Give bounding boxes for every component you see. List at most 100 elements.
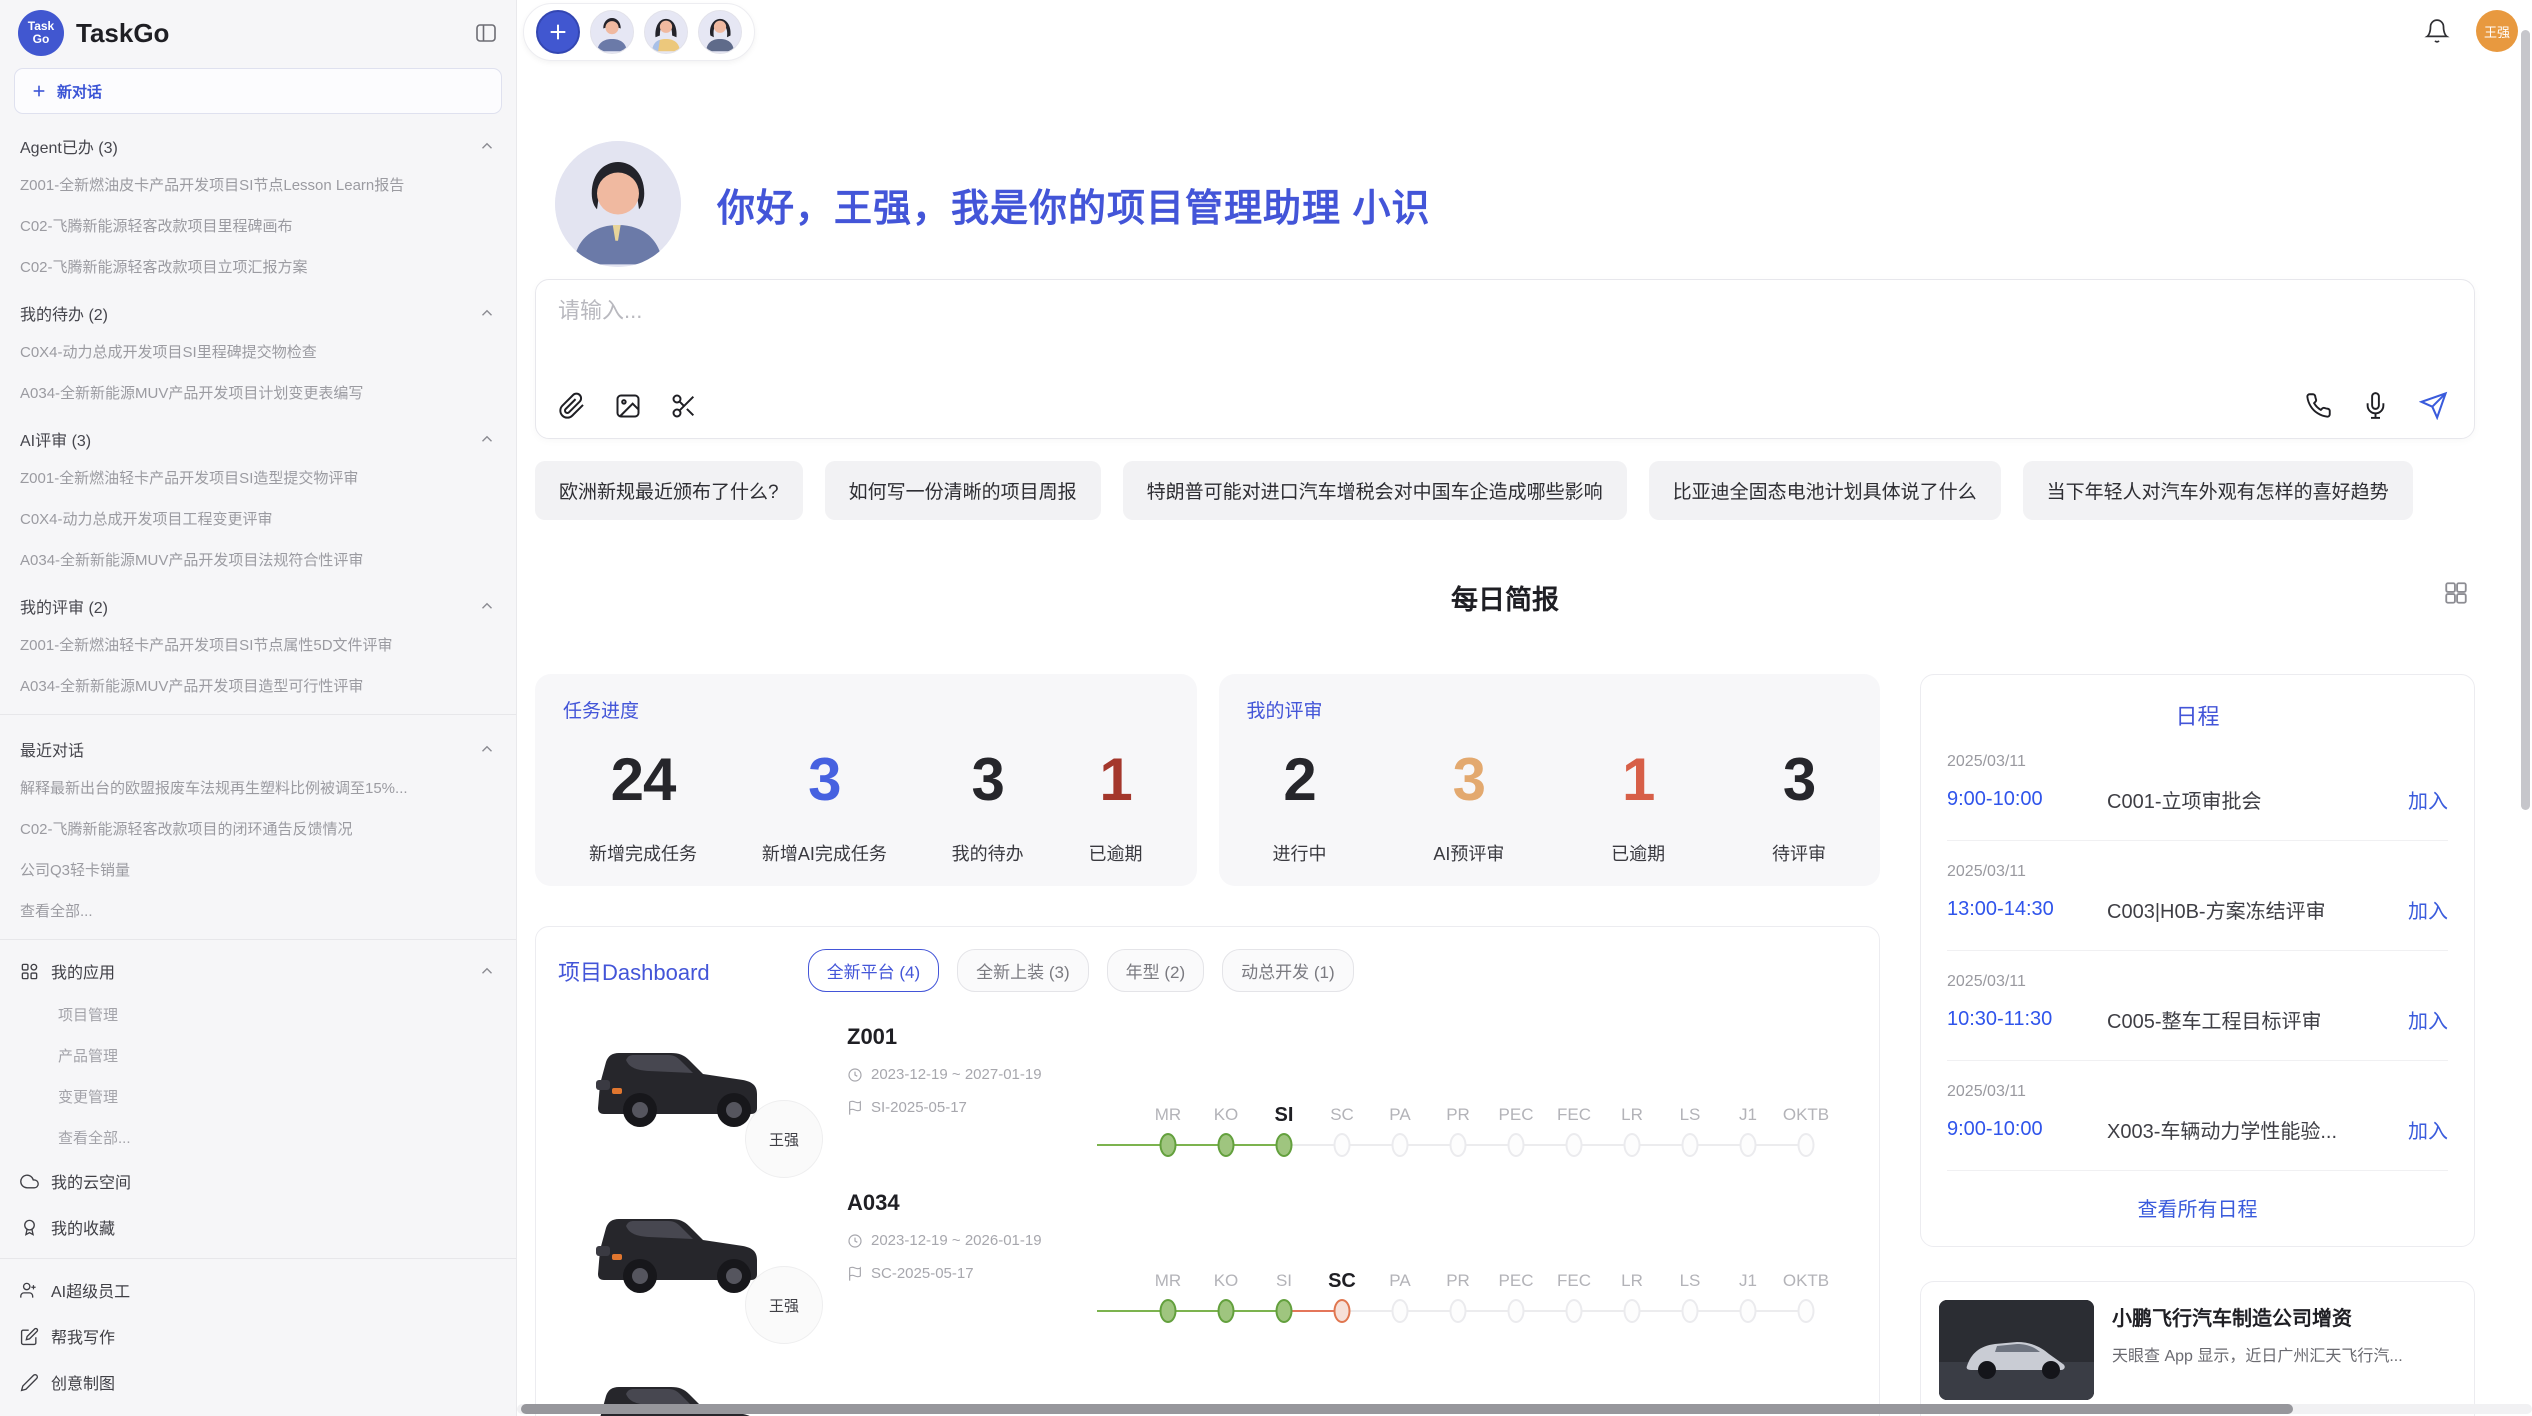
milestone-label: SC bbox=[1313, 1268, 1371, 1294]
attach-icon[interactable] bbox=[558, 392, 586, 420]
new-chat-button[interactable]: 新对话 bbox=[14, 68, 502, 114]
sidebar-item-favorites[interactable]: 我的收藏 bbox=[0, 1204, 516, 1250]
project-code: Z001 bbox=[847, 1024, 1097, 1050]
collapse-sidebar-icon[interactable] bbox=[474, 21, 498, 45]
tab-model-year[interactable]: 年型 (2) bbox=[1107, 949, 1205, 992]
stat-label: 我的待办 bbox=[952, 840, 1024, 866]
milestone-node bbox=[1740, 1133, 1757, 1157]
tab-new-body[interactable]: 全新上装 (3) bbox=[957, 949, 1089, 992]
project-owner-badge: 王强 bbox=[745, 1100, 823, 1178]
chat-input[interactable] bbox=[558, 298, 2452, 324]
join-link[interactable]: 加入 bbox=[2408, 1005, 2448, 1034]
suggestion-chip[interactable]: 如何写一份清晰的项目周报 bbox=[825, 461, 1101, 520]
schedule-title: 日程 bbox=[1947, 699, 2448, 731]
milestone-node bbox=[1392, 1299, 1409, 1323]
sidebar-section-ai-review[interactable]: AI评审 (3) bbox=[0, 413, 516, 457]
sidebar-item[interactable]: Z001-全新燃油皮卡产品开发项目SI节点Lesson Learn报告 bbox=[0, 164, 516, 205]
schedule-item: 2025/03/11 9:00-10:00 C001-立项审批会 加入 bbox=[1947, 731, 2448, 841]
tab-all-new-platform[interactable]: 全新平台 (4) bbox=[808, 949, 940, 992]
briefing-title: 每日简报 bbox=[535, 578, 2475, 617]
microphone-icon[interactable] bbox=[2362, 392, 2389, 419]
schedule-item: 2025/03/11 13:00-14:30 C003|H0B-方案冻结评审 加… bbox=[1947, 841, 2448, 951]
send-icon[interactable] bbox=[2419, 391, 2448, 420]
suggestion-chip[interactable]: 特朗普可能对进口汽车增税会对中国车企造成哪些影响 bbox=[1123, 461, 1627, 520]
milestone-node bbox=[1566, 1299, 1583, 1323]
milestone-label: LR bbox=[1603, 1102, 1661, 1128]
topbar: 王强 bbox=[517, 0, 2532, 64]
recent-chat-item[interactable]: 公司Q3轻卡销量 bbox=[0, 849, 516, 890]
join-link[interactable]: 加入 bbox=[2408, 895, 2448, 924]
sidebar-item-creative-drawing[interactable]: 创意制图 bbox=[0, 1359, 516, 1405]
horizontal-scrollbar[interactable] bbox=[521, 1404, 2293, 1414]
sidebar-item[interactable]: Z001-全新燃油轻卡产品开发项目SI节点属性5D文件评审 bbox=[0, 624, 516, 665]
plus-icon bbox=[31, 83, 47, 99]
scissors-icon[interactable] bbox=[670, 392, 698, 420]
project-row[interactable]: 王强 Z001 2023-12-19 ~ 2027-01-19 bbox=[558, 1022, 1879, 1162]
image-icon[interactable] bbox=[614, 392, 642, 420]
dashboard-header: 项目Dashboard 全新平台 (4) 全新上装 (3) 年型 (2) 动总开… bbox=[558, 949, 1879, 992]
sidebar-item-help-me-write[interactable]: 帮我写作 bbox=[0, 1313, 516, 1359]
project-row[interactable]: 王强 A034 2023-12-19 ~ 2026-01-19 bbox=[558, 1188, 1879, 1328]
suggestion-chip[interactable]: 当下年轻人对汽车外观有怎样的喜好趋势 bbox=[2023, 461, 2413, 520]
notification-bell-icon[interactable] bbox=[2424, 18, 2450, 44]
vertical-scrollbar[interactable] bbox=[2521, 30, 2530, 810]
milestone-label: SC bbox=[1313, 1102, 1371, 1128]
sidebar-item-change-mgmt[interactable]: 变更管理 bbox=[0, 1076, 516, 1117]
add-member-button[interactable] bbox=[536, 10, 580, 54]
sidebar-item-cloud-space[interactable]: 我的云空间 bbox=[0, 1158, 516, 1204]
sidebar-item-product-mgmt[interactable]: 产品管理 bbox=[0, 1035, 516, 1076]
sidebar-item[interactable]: C0X4-动力总成开发项目工程变更评审 bbox=[0, 498, 516, 539]
sidebar-item-project-mgmt[interactable]: 项目管理 bbox=[0, 994, 516, 1035]
member-avatar[interactable] bbox=[644, 10, 688, 54]
news-text: 天眼查 App 显示，近日广州汇天飞行汽... bbox=[2112, 1345, 2456, 1369]
milestone-label: FEC bbox=[1545, 1102, 1603, 1128]
milestone-label: SI bbox=[1255, 1268, 1313, 1294]
member-avatar[interactable] bbox=[590, 10, 634, 54]
sidebar-header: Task Go TaskGo bbox=[0, 0, 516, 66]
schedule-name: C005-整车工程目标评审 bbox=[2107, 1005, 2394, 1034]
app-logo: Task Go bbox=[18, 10, 64, 56]
sidebar-item[interactable]: C02-飞腾新能源轻客改款项目立项汇报方案 bbox=[0, 246, 516, 287]
schedule-date: 2025/03/11 bbox=[1947, 753, 2448, 771]
sidebar-section-recent[interactable]: 最近对话 bbox=[0, 723, 516, 767]
suggestion-chip[interactable]: 比亚迪全固态电池计划具体说了什么 bbox=[1649, 461, 2001, 520]
join-link[interactable]: 加入 bbox=[2408, 785, 2448, 814]
milestone-node bbox=[1624, 1133, 1641, 1157]
recent-chat-view-all[interactable]: 查看全部... bbox=[0, 890, 516, 931]
phone-icon[interactable] bbox=[2305, 392, 2332, 419]
news-card[interactable]: 小鹏飞行汽车制造公司增资 天眼查 App 显示，近日广州汇天飞行汽... bbox=[1920, 1281, 2475, 1416]
sidebar-item-my-apps[interactable]: 我的应用 bbox=[0, 948, 516, 994]
member-avatar[interactable] bbox=[698, 10, 742, 54]
join-link[interactable]: 加入 bbox=[2408, 1115, 2448, 1144]
sidebar-section-my-todo[interactable]: 我的待办 (2) bbox=[0, 287, 516, 331]
sidebar-item[interactable]: C02-飞腾新能源轻客改款项目里程碑画布 bbox=[0, 205, 516, 246]
suggestion-chip[interactable]: 欧洲新规最近颁布了什么? bbox=[535, 461, 803, 520]
milestone-label: MR bbox=[1139, 1102, 1197, 1128]
apps-grid-icon bbox=[20, 962, 39, 981]
layout-grid-icon[interactable] bbox=[2443, 580, 2469, 606]
sidebar-section-agent-done[interactable]: Agent已办 (3) bbox=[0, 120, 516, 164]
schedule-item: 2025/03/11 9:00-10:00 X003-车辆动力学性能验... 加… bbox=[1947, 1061, 2448, 1171]
sidebar-section-my-review[interactable]: 我的评审 (2) bbox=[0, 580, 516, 624]
section-title: Agent已办 (3) bbox=[20, 134, 118, 158]
input-actions-left bbox=[558, 392, 698, 420]
news-body: 小鹏飞行汽车制造公司增资 天眼查 App 显示，近日广州汇天飞行汽... bbox=[2112, 1300, 2456, 1416]
suggestion-chips: 欧洲新规最近颁布了什么? 如何写一份清晰的项目周报 特朗普可能对进口汽车增税会对… bbox=[535, 461, 2475, 520]
chevron-up-icon bbox=[478, 597, 496, 615]
recent-chat-item[interactable]: C02-飞腾新能源轻客改款项目的闭环通告反馈情况 bbox=[0, 808, 516, 849]
team-members-pill bbox=[523, 3, 755, 61]
sidebar-item[interactable]: C0X4-动力总成开发项目SI里程碑提交物检查 bbox=[0, 331, 516, 372]
milestone-label: J1 bbox=[1719, 1268, 1777, 1294]
sidebar-item[interactable]: A034-全新新能源MUV产品开发项目计划变更表编写 bbox=[0, 372, 516, 413]
user-avatar[interactable]: 王强 bbox=[2476, 10, 2518, 52]
project-dashboard-card: 项目Dashboard 全新平台 (4) 全新上装 (3) 年型 (2) 动总开… bbox=[535, 926, 1880, 1416]
sidebar-item-view-all-apps[interactable]: 查看全部... bbox=[0, 1117, 516, 1158]
sidebar-item[interactable]: A034-全新新能源MUV产品开发项目法规符合性评审 bbox=[0, 539, 516, 580]
milestone-label: SI bbox=[1255, 1102, 1313, 1128]
tab-powertrain-dev[interactable]: 动总开发 (1) bbox=[1222, 949, 1354, 992]
view-all-schedule-link[interactable]: 查看所有日程 bbox=[1947, 1171, 2448, 1232]
sidebar-item-ai-super-staff[interactable]: AI超级员工 bbox=[0, 1267, 516, 1313]
recent-chat-item[interactable]: 解释最新出台的欧盟报废车法规再生塑料比例被调至15%... bbox=[0, 767, 516, 808]
sidebar-item[interactable]: Z001-全新燃油轻卡产品开发项目SI造型提交物评审 bbox=[0, 457, 516, 498]
sidebar-item[interactable]: A034-全新新能源MUV产品开发项目造型可行性评审 bbox=[0, 665, 516, 706]
